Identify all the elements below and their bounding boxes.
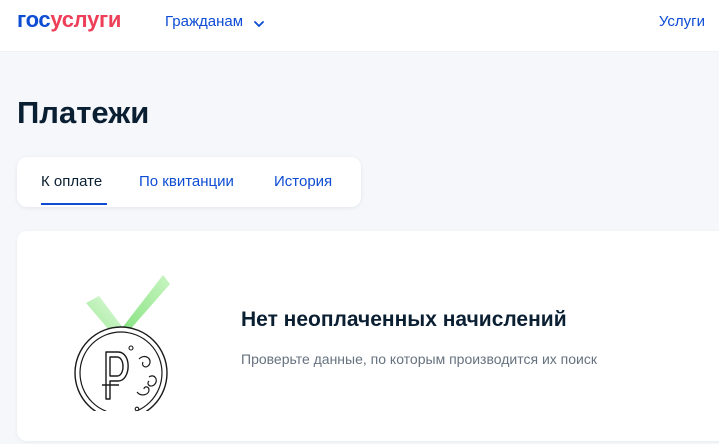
tab-history[interactable]: История <box>274 172 332 192</box>
logo-part-gos: гос <box>17 7 51 32</box>
page-title: Платежи <box>17 95 150 130</box>
empty-state-card: Нет неоплаченных начислений Проверьте да… <box>17 231 719 441</box>
ruble-medal-icon <box>69 251 179 420</box>
empty-state-subtitle: Проверьте данные, по которым производитс… <box>241 351 597 367</box>
citizens-menu-label: Гражданам <box>165 13 244 30</box>
services-link[interactable]: Услуги <box>659 12 705 32</box>
logo-part-uslugi: услуги <box>50 7 122 32</box>
citizens-menu[interactable]: Гражданам <box>165 12 265 32</box>
tab-by-receipt[interactable]: По квитанции <box>139 172 234 192</box>
empty-state-title: Нет неоплаченных начислений <box>241 308 567 331</box>
chevron-down-icon <box>253 16 265 28</box>
active-tab-indicator <box>41 203 107 205</box>
header: госуслуги Гражданам Услуги <box>0 0 719 52</box>
payments-tabs: К оплате По квитанции История <box>17 157 361 207</box>
gosuslugi-logo[interactable]: госуслуги <box>17 6 121 34</box>
tab-to-pay[interactable]: К оплате <box>41 172 102 192</box>
